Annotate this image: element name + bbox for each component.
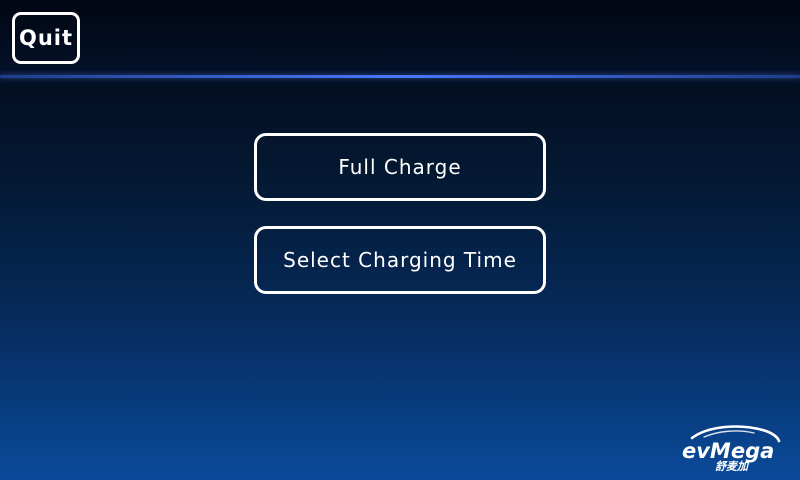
top-bar bbox=[0, 0, 800, 76]
full-charge-label: Full Charge bbox=[338, 155, 462, 179]
quit-button[interactable]: Quit bbox=[12, 12, 80, 64]
quit-button-label: Quit bbox=[18, 26, 74, 50]
select-charging-time-label: Select Charging Time bbox=[283, 248, 517, 272]
select-charging-time-button[interactable]: Select Charging Time bbox=[254, 226, 546, 294]
header-divider bbox=[0, 75, 800, 78]
evmega-logo-graphic: evMega 舒麦加 bbox=[682, 425, 781, 472]
full-charge-button[interactable]: Full Charge bbox=[254, 133, 546, 201]
evmega-logo: evMega 舒麦加 bbox=[678, 420, 790, 472]
logo-subtext: 舒麦加 bbox=[715, 460, 750, 472]
